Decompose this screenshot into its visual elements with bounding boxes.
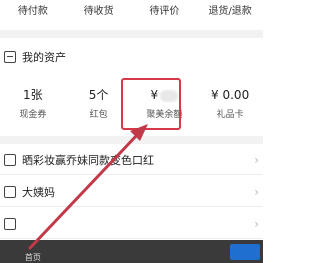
nav-item-3[interactable] bbox=[132, 240, 198, 263]
order-pending-receipt[interactable]: 待收货 bbox=[66, 5, 132, 19]
asset-gift-card[interactable]: ¥ 0.00 礼品卡 bbox=[197, 78, 263, 130]
blurred-amount bbox=[160, 89, 179, 102]
order-pending-payment[interactable]: 待付款 bbox=[0, 5, 66, 19]
calendar-icon bbox=[4, 186, 16, 198]
watermark-logo bbox=[230, 244, 260, 260]
asset-balance-label: 聚美余额 bbox=[146, 110, 183, 120]
bottom-navigation: 首页 bbox=[0, 240, 263, 263]
asset-gift-card-value: ¥ 0.00 bbox=[211, 88, 250, 102]
asset-balance[interactable]: ¥ 聚美余额 bbox=[132, 78, 198, 130]
nav-item-2[interactable] bbox=[66, 240, 132, 263]
asset-coupons-value: 1张 bbox=[23, 88, 43, 102]
assets-title: 我的资产 bbox=[22, 51, 66, 64]
chevron-right-icon: › bbox=[254, 153, 259, 167]
order-returns[interactable]: 退货/退款 bbox=[197, 5, 263, 19]
order-pending-review[interactable]: 待评价 bbox=[132, 5, 198, 19]
camera-icon bbox=[4, 154, 16, 166]
asset-red-packets-value: 5个 bbox=[88, 88, 109, 102]
asset-balance-currency: ¥ bbox=[150, 88, 159, 102]
asset-coupons[interactable]: 1张 现金券 bbox=[0, 78, 66, 130]
asset-balance-value: ¥ bbox=[151, 87, 179, 103]
asset-red-packets[interactable]: 5个 红包 bbox=[66, 78, 132, 130]
order-status-bar: 待付款 待收货 待评价 退货/退款 bbox=[0, 0, 263, 24]
list-item-label: 大姨妈 bbox=[22, 186, 55, 199]
asset-coupons-label: 现金券 bbox=[19, 110, 47, 120]
chevron-right-icon: › bbox=[254, 185, 259, 199]
list-item-label: 晒彩妆赢乔妹同款变色口红 bbox=[22, 154, 154, 167]
list-item-lipstick-promo[interactable]: 晒彩妆赢乔妹同款变色口红 › bbox=[0, 146, 263, 175]
assets-grid: 1张 现金券 5个 红包 ¥ 聚美余额 ¥ 0.00 礼品卡 bbox=[0, 78, 263, 130]
list-item-period[interactable]: 大姨妈 › bbox=[0, 178, 263, 207]
chevron-right-icon: › bbox=[254, 217, 259, 231]
section-divider-2 bbox=[0, 136, 263, 144]
assets-section-header: 我的资产 bbox=[0, 44, 263, 70]
section-divider bbox=[0, 30, 263, 38]
settings-icon bbox=[4, 218, 16, 230]
nav-home[interactable]: 首页 bbox=[0, 240, 66, 263]
list-item-other[interactable]: › bbox=[0, 210, 263, 239]
asset-gift-card-label: 礼品卡 bbox=[216, 110, 244, 120]
wallet-icon bbox=[4, 51, 16, 63]
asset-red-packets-label: 红包 bbox=[89, 110, 108, 120]
